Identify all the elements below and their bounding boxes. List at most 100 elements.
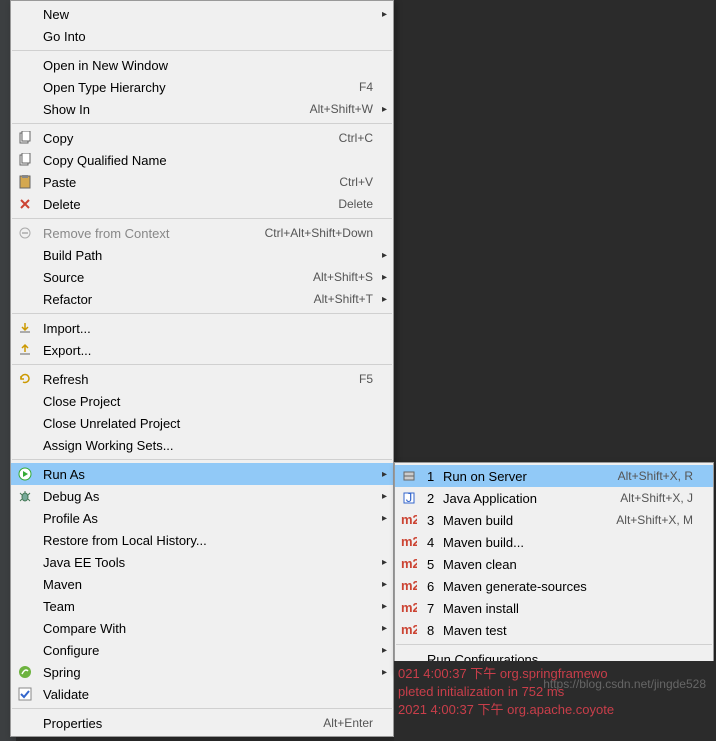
menu-shortcut: Alt+Shift+S xyxy=(313,270,373,284)
menu-separator xyxy=(12,313,392,314)
blank-icon xyxy=(15,598,35,614)
submenu-arrow-icon: ▸ xyxy=(382,579,387,590)
svg-text:J: J xyxy=(406,491,413,505)
menu-item-label: Refactor xyxy=(43,292,314,307)
menu-item-properties[interactable]: PropertiesAlt+Enter xyxy=(11,712,393,734)
menu-item-go-into[interactable]: Go Into xyxy=(11,25,393,47)
menu-item-label: Maven build... xyxy=(443,535,693,550)
menu-item-label: Paste xyxy=(43,175,339,190)
menu-item-number: 8 xyxy=(427,623,439,638)
menu-item-label: New xyxy=(43,7,373,22)
menu-item-maven-test[interactable]: m28Maven test xyxy=(395,619,713,641)
menu-item-delete[interactable]: DeleteDelete xyxy=(11,193,393,215)
menu-item-maven-clean[interactable]: m25Maven clean xyxy=(395,553,713,575)
svg-text:m2: m2 xyxy=(401,602,417,614)
menu-item-label: Run As xyxy=(43,467,373,482)
menu-item-label: Maven xyxy=(43,577,373,592)
menu-item-maven[interactable]: Maven ▸ xyxy=(11,573,393,595)
blank-icon xyxy=(15,247,35,263)
menu-item-label: Assign Working Sets... xyxy=(43,438,373,453)
menu-item-label: Close Project xyxy=(43,394,373,409)
menu-item-run-on-server[interactable]: 1Run on ServerAlt+Shift+X, R xyxy=(395,465,713,487)
menu-item-configure[interactable]: Configure ▸ xyxy=(11,639,393,661)
menu-item-copy-qualified-name[interactable]: Copy Qualified Name xyxy=(11,149,393,171)
submenu-arrow-icon: ▸ xyxy=(382,645,387,656)
blank-icon xyxy=(15,437,35,453)
menu-item-open-type-hierarchy[interactable]: Open Type HierarchyF4 xyxy=(11,76,393,98)
menu-item-build-path[interactable]: Build Path ▸ xyxy=(11,244,393,266)
menu-item-java-application[interactable]: J2Java ApplicationAlt+Shift+X, J xyxy=(395,487,713,509)
menu-item-import[interactable]: Import... xyxy=(11,317,393,339)
menu-separator xyxy=(396,644,712,645)
blank-icon xyxy=(15,510,35,526)
menu-item-label: Configure xyxy=(43,643,373,658)
menu-item-maven-build[interactable]: m24Maven build... xyxy=(395,531,713,553)
menu-item-compare-with[interactable]: Compare With▸ xyxy=(11,617,393,639)
menu-item-close-unrelated-project[interactable]: Close Unrelated Project xyxy=(11,412,393,434)
menu-item-maven-install[interactable]: m27Maven install xyxy=(395,597,713,619)
menu-item-label: Delete xyxy=(43,197,338,212)
menu-item-label: Restore from Local History... xyxy=(43,533,373,548)
menu-separator xyxy=(12,123,392,124)
blank-icon xyxy=(15,532,35,548)
watermark: https://blog.csdn.net/jingde528 xyxy=(543,677,706,691)
menu-separator xyxy=(12,50,392,51)
menu-item-label: Copy xyxy=(43,131,339,146)
menu-item-label: Close Unrelated Project xyxy=(43,416,373,431)
menu-item-run-as[interactable]: Run As▸ xyxy=(11,463,393,485)
menu-item-restore-from-local-history[interactable]: Restore from Local History... xyxy=(11,529,393,551)
menu-shortcut: F4 xyxy=(359,80,373,94)
menu-item-label: Spring xyxy=(43,665,373,680)
menu-item-label: Copy Qualified Name xyxy=(43,153,373,168)
menu-item-maven-build[interactable]: m23Maven buildAlt+Shift+X, M xyxy=(395,509,713,531)
menu-item-refactor[interactable]: RefactorAlt+Shift+T▸ xyxy=(11,288,393,310)
remove-icon xyxy=(15,225,35,241)
menu-item-maven-generate-sources[interactable]: m26Maven generate-sources xyxy=(395,575,713,597)
menu-shortcut: Alt+Shift+X, R xyxy=(618,469,693,483)
menu-separator xyxy=(12,708,392,709)
blank-icon xyxy=(15,554,35,570)
menu-item-label: Debug As xyxy=(43,489,373,504)
menu-item-label: Remove from Context xyxy=(43,226,265,241)
menu-item-label: Open Type Hierarchy xyxy=(43,80,359,95)
menu-item-number: 1 xyxy=(427,469,439,484)
submenu-arrow-icon: ▸ xyxy=(382,513,387,524)
menu-item-profile-as[interactable]: Profile As ▸ xyxy=(11,507,393,529)
menu-item-open-in-new-window[interactable]: Open in New Window xyxy=(11,54,393,76)
menu-separator xyxy=(12,459,392,460)
menu-item-remove-from-context: Remove from ContextCtrl+Alt+Shift+Down xyxy=(11,222,393,244)
menu-item-new[interactable]: New ▸ xyxy=(11,3,393,25)
console-output: 021 4:00:37 下午 org.springframewo pleted … xyxy=(394,661,716,741)
svg-text:m2: m2 xyxy=(401,558,417,570)
menu-item-label: Build Path xyxy=(43,248,373,263)
menu-item-label: Import... xyxy=(43,321,373,336)
menu-item-refresh[interactable]: RefreshF5 xyxy=(11,368,393,390)
menu-item-export[interactable]: Export... xyxy=(11,339,393,361)
menu-item-close-project[interactable]: Close Project xyxy=(11,390,393,412)
menu-separator xyxy=(12,364,392,365)
menu-item-paste[interactable]: PasteCtrl+V xyxy=(11,171,393,193)
menu-item-java-ee-tools[interactable]: Java EE Tools▸ xyxy=(11,551,393,573)
submenu-arrow-icon: ▸ xyxy=(382,250,387,261)
menu-item-validate[interactable]: Validate xyxy=(11,683,393,705)
menu-item-label: Profile As xyxy=(43,511,373,526)
menu-item-spring[interactable]: Spring▸ xyxy=(11,661,393,683)
blank-icon xyxy=(15,715,35,731)
menu-shortcut: Ctrl+Alt+Shift+Down xyxy=(265,226,373,240)
blank-icon xyxy=(15,291,35,307)
menu-item-assign-working-sets[interactable]: Assign Working Sets... xyxy=(11,434,393,456)
submenu-arrow-icon: ▸ xyxy=(382,601,387,612)
import-icon xyxy=(15,320,35,336)
menu-item-label: Maven clean xyxy=(443,557,693,572)
blank-icon xyxy=(15,28,35,44)
menu-item-source[interactable]: SourceAlt+Shift+S▸ xyxy=(11,266,393,288)
menu-item-team[interactable]: Team▸ xyxy=(11,595,393,617)
svg-text:m2: m2 xyxy=(401,624,417,636)
menu-item-debug-as[interactable]: Debug As▸ xyxy=(11,485,393,507)
java-icon: J xyxy=(399,490,419,506)
blank-icon xyxy=(15,393,35,409)
menu-item-show-in[interactable]: Show InAlt+Shift+W▸ xyxy=(11,98,393,120)
submenu-arrow-icon: ▸ xyxy=(382,9,387,20)
blank-icon xyxy=(15,6,35,22)
menu-item-copy[interactable]: CopyCtrl+C xyxy=(11,127,393,149)
